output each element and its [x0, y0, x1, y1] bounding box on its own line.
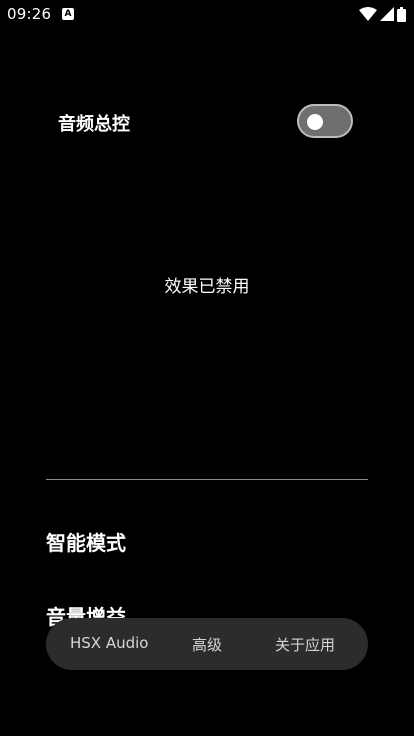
notification-icon: A	[62, 8, 74, 20]
master-control-toggle[interactable]	[297, 104, 353, 138]
nav-item-advanced[interactable]: 高级	[186, 634, 228, 655]
toggle-knob	[307, 114, 323, 130]
battery-icon	[397, 6, 406, 22]
bottom-nav: HSX Audio 高级 关于应用	[46, 618, 368, 670]
status-icons	[359, 6, 406, 22]
nav-item-hsx-audio[interactable]: HSX Audio	[70, 634, 148, 652]
divider	[46, 479, 368, 480]
status-bar: 09:26 A	[0, 0, 414, 30]
wifi-icon	[359, 7, 377, 21]
effect-status-text: 效果已禁用	[164, 277, 250, 297]
status-time: 09:26	[7, 5, 52, 23]
section-smart-mode[interactable]: 智能模式	[46, 527, 126, 556]
nav-item-about[interactable]: 关于应用	[270, 634, 340, 655]
master-control-label: 音频总控	[58, 114, 130, 135]
cellular-signal-icon	[380, 7, 394, 21]
master-control-row: 音频总控	[0, 100, 414, 146]
